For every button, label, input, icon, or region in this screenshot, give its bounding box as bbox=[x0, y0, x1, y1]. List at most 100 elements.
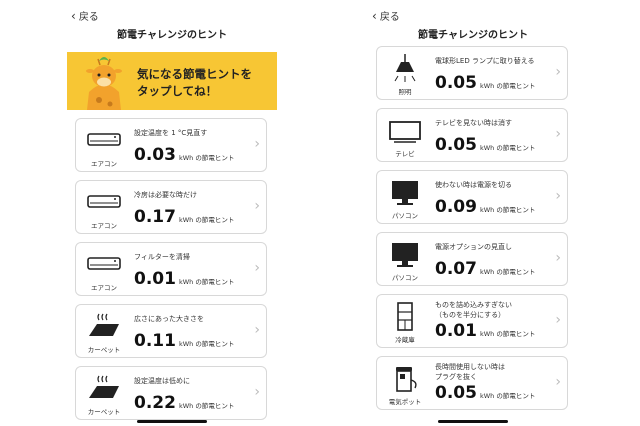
monitor-icon bbox=[392, 243, 418, 267]
banner-line-2: タップしてね！ bbox=[137, 84, 218, 98]
chevron-left-icon: ‹ bbox=[71, 8, 76, 23]
saving-unit: kWh の節電ヒント bbox=[178, 154, 235, 162]
tip-text: 長時間使用しない時は プラグを抜く bbox=[435, 362, 505, 382]
chevron-right-icon: › bbox=[254, 136, 260, 152]
saving-unit: kWh の節電ヒント bbox=[479, 144, 536, 152]
chevron-right-icon: › bbox=[555, 188, 561, 204]
back-button[interactable]: ‹ 戻る bbox=[372, 8, 400, 24]
tip-text: 使わない時は電源を切る bbox=[435, 181, 512, 189]
air-conditioner-icon bbox=[87, 133, 121, 146]
ceiling-lamp-icon bbox=[394, 54, 416, 82]
saving-amount: 0.05 bbox=[435, 135, 477, 155]
saving-value: 0.07 kWh の節電ヒント bbox=[435, 259, 535, 279]
tip-text: 冷房は必要な時だけ bbox=[134, 191, 197, 199]
chevron-right-icon: › bbox=[254, 322, 260, 338]
saving-value: 0.17 kWh の節電ヒント bbox=[134, 207, 234, 227]
saving-unit: kWh の節電ヒント bbox=[479, 82, 536, 90]
page-title: 節電チャレンジのヒント bbox=[418, 30, 528, 41]
back-label: 戻る bbox=[78, 12, 99, 23]
heated-carpet-icon bbox=[89, 375, 119, 398]
saving-value: 0.01 kWh の節電ヒント bbox=[435, 321, 535, 341]
electric-kettle-icon bbox=[396, 367, 417, 392]
hint-card[interactable]: テレビ テレビを見ない時は消す 0.05 kWh の節電ヒント › bbox=[376, 108, 568, 162]
saving-amount: 0.11 bbox=[134, 331, 176, 351]
hint-card[interactable]: 冷蔵庫 ものを詰め込みすぎない （ものを半分にする） 0.01 kWh の節電ヒ… bbox=[376, 294, 568, 348]
back-label: 戻る bbox=[379, 12, 400, 23]
saving-amount: 0.05 bbox=[435, 383, 477, 403]
hint-card[interactable]: カーペット 設定温度は低めに 0.22 kWh の節電ヒント › bbox=[75, 366, 267, 420]
hint-card[interactable]: パソコン 使わない時は電源を切る 0.09 kWh の節電ヒント › bbox=[376, 170, 568, 224]
air-conditioner-icon bbox=[87, 195, 121, 208]
chevron-right-icon: › bbox=[555, 250, 561, 266]
saving-unit: kWh の節電ヒント bbox=[178, 402, 235, 410]
appliance-label: エアコン bbox=[91, 284, 117, 292]
hint-card[interactable]: エアコン 冷房は必要な時だけ 0.17 kWh の節電ヒント › bbox=[75, 180, 267, 234]
tip-text: 電球形LED ランプに取り替える bbox=[435, 57, 535, 65]
refrigerator-icon bbox=[397, 302, 413, 331]
heated-carpet-icon bbox=[89, 313, 119, 336]
tip-line-1: ものを詰め込みすぎない bbox=[435, 301, 512, 309]
hint-card[interactable]: エアコン 設定温度を 1 °C見直す 0.03 kWh の節電ヒント › bbox=[75, 118, 267, 172]
chevron-right-icon: › bbox=[254, 260, 260, 276]
chevron-right-icon: › bbox=[254, 384, 260, 400]
chevron-right-icon: › bbox=[555, 312, 561, 328]
saving-amount: 0.03 bbox=[134, 145, 176, 165]
home-indicator bbox=[137, 420, 207, 423]
saving-value: 0.22 kWh の節電ヒント bbox=[134, 393, 234, 413]
saving-unit: kWh の節電ヒント bbox=[479, 330, 536, 338]
appliance-label: エアコン bbox=[91, 160, 117, 168]
appliance-label: 冷蔵庫 bbox=[395, 336, 415, 344]
hint-card[interactable]: カーペット 広さにあった大きさを 0.11 kWh の節電ヒント › bbox=[75, 304, 267, 358]
air-conditioner-icon bbox=[87, 257, 121, 270]
chevron-right-icon: › bbox=[555, 126, 561, 142]
saving-value: 0.01 kWh の節電ヒント bbox=[134, 269, 234, 289]
appliance-label: テレビ bbox=[395, 150, 415, 158]
chevron-right-icon: › bbox=[555, 64, 561, 80]
saving-unit: kWh の節電ヒント bbox=[479, 206, 536, 214]
monitor-icon bbox=[392, 181, 418, 205]
saving-value: 0.05 kWh の節電ヒント bbox=[435, 383, 535, 403]
appliance-label: 照明 bbox=[398, 88, 412, 96]
saving-amount: 0.22 bbox=[134, 393, 176, 413]
home-indicator bbox=[438, 420, 508, 423]
tip-text: ものを詰め込みすぎない （ものを半分にする） bbox=[435, 300, 512, 320]
saving-unit: kWh の節電ヒント bbox=[178, 340, 235, 348]
tip-text: 設定温度を 1 °C見直す bbox=[134, 129, 208, 137]
banner-message: 気になる節電ヒントを タップしてね！ bbox=[137, 66, 252, 100]
saving-value: 0.11 kWh の節電ヒント bbox=[134, 331, 234, 351]
tip-text: テレビを見ない時は消す bbox=[435, 119, 512, 127]
hint-card[interactable]: 照明 電球形LED ランプに取り替える 0.05 kWh の節電ヒント › bbox=[376, 46, 568, 100]
appliance-label: パソコン bbox=[392, 212, 418, 220]
saving-value: 0.05 kWh の節電ヒント bbox=[435, 73, 535, 93]
saving-amount: 0.17 bbox=[134, 207, 176, 227]
tip-text: 広さにあった大きさを bbox=[134, 315, 204, 323]
saving-unit: kWh の節電ヒント bbox=[178, 278, 235, 286]
left-screen: ‹ 戻る 節電チャレンジのヒント 気になる節電ヒントを タップしてね！ エアコン… bbox=[67, 0, 277, 426]
saving-value: 0.03 kWh の節電ヒント bbox=[134, 145, 234, 165]
hint-card[interactable]: 電気ポット 長時間使用しない時は プラグを抜く 0.05 kWh の節電ヒント … bbox=[376, 356, 568, 410]
giraffe-mascot-icon bbox=[86, 57, 122, 110]
saving-amount: 0.05 bbox=[435, 73, 477, 93]
tip-text: 設定温度は低めに bbox=[134, 377, 190, 385]
hint-card[interactable]: エアコン フィルターを清掃 0.01 kWh の節電ヒント › bbox=[75, 242, 267, 296]
back-button[interactable]: ‹ 戻る bbox=[71, 8, 99, 24]
chevron-left-icon: ‹ bbox=[372, 8, 377, 23]
tv-icon bbox=[389, 121, 421, 143]
hint-card[interactable]: パソコン 電源オプションの見直し 0.07 kWh の節電ヒント › bbox=[376, 232, 568, 286]
saving-amount: 0.01 bbox=[134, 269, 176, 289]
right-screen: ‹ 戻る 節電チャレンジのヒント 照明 電球形LED ランプに取り替える 0.0… bbox=[368, 0, 578, 426]
tip-text: 電源オプションの見直し bbox=[435, 243, 512, 251]
hint-banner: 気になる節電ヒントを タップしてね！ bbox=[67, 52, 277, 110]
page-title: 節電チャレンジのヒント bbox=[117, 30, 227, 41]
chevron-right-icon: › bbox=[254, 198, 260, 214]
saving-amount: 0.09 bbox=[435, 197, 477, 217]
tip-line-2: （ものを半分にする） bbox=[435, 311, 506, 319]
appliance-label: 電気ポット bbox=[388, 398, 422, 406]
saving-value: 0.05 kWh の節電ヒント bbox=[435, 135, 535, 155]
appliance-label: パソコン bbox=[392, 274, 418, 282]
saving-unit: kWh の節電ヒント bbox=[178, 216, 235, 224]
tip-line-1: 長時間使用しない時は bbox=[435, 363, 505, 371]
banner-line-1: 気になる節電ヒントを bbox=[137, 67, 252, 81]
appliance-label: カーペット bbox=[87, 346, 121, 354]
saving-unit: kWh の節電ヒント bbox=[479, 268, 536, 276]
